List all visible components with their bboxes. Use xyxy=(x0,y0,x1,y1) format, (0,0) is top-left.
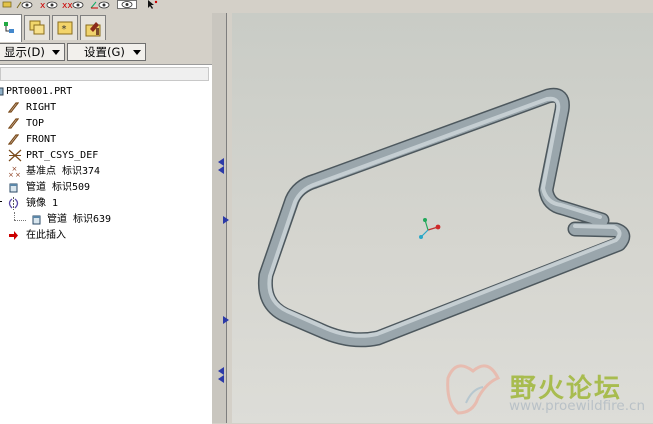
tab-connections[interactable] xyxy=(80,15,106,40)
pipe-feature-icon xyxy=(9,183,18,193)
favorites-icon: * xyxy=(57,21,73,35)
graphics-viewport[interactable]: 野火论坛 www.proewildfire.cn xyxy=(232,13,653,423)
tree-item-label: RIGHT xyxy=(26,102,57,113)
svg-text:*: * xyxy=(62,24,67,35)
datum-plane-icon xyxy=(8,118,19,129)
horizontal-scrollbar[interactable] xyxy=(0,67,209,81)
forum-logo-icon xyxy=(446,364,501,415)
point-display-icon[interactable]: xx xyxy=(62,0,84,9)
csys-display-icon[interactable] xyxy=(90,0,110,9)
tab-folder-browser[interactable] xyxy=(24,15,50,40)
tree-item-label: 基准点 标识374 xyxy=(26,166,101,177)
chevron-down-icon xyxy=(133,50,141,55)
spin-center-icon[interactable] xyxy=(117,0,137,9)
tree-connector xyxy=(14,212,16,220)
tree-connector xyxy=(14,220,26,222)
folder-browser-icon xyxy=(29,20,45,35)
tree-item-label: 管道 标识639 xyxy=(47,214,112,225)
tab-model-tree[interactable] xyxy=(0,14,22,42)
tree-item-label: 在此插入 xyxy=(26,230,66,241)
svg-text:×: × xyxy=(12,165,18,173)
part-icon xyxy=(0,87,4,96)
datum-point-icon: × ×× xyxy=(8,165,21,178)
insert-here-arrow-icon xyxy=(9,231,18,240)
expand-arrow-icon[interactable] xyxy=(223,316,229,324)
datum-display-icon[interactable] xyxy=(2,0,12,9)
settings-dropdown-label: 设置(G) xyxy=(84,45,125,59)
tab-favorites[interactable]: * xyxy=(52,15,78,40)
settings-dropdown[interactable]: 设置(G) xyxy=(67,43,146,61)
navigator-filter-bar: 显示(D) 设置(G) xyxy=(0,42,212,64)
svg-text:xx: xx xyxy=(62,1,73,9)
watermark-url: www.proewildfire.cn xyxy=(509,398,646,414)
pipe-feature-icon xyxy=(32,215,41,225)
tree-item-label: TOP xyxy=(26,118,45,129)
tree-collapse-icon[interactable] xyxy=(0,201,2,202)
coordinate-triad-icon xyxy=(419,218,441,239)
show-dropdown-label: 显示(D) xyxy=(4,45,45,59)
collapse-panel-icon[interactable] xyxy=(215,366,227,384)
show-dropdown[interactable]: 显示(D) xyxy=(0,43,65,61)
select-cursor-icon[interactable] xyxy=(145,0,159,9)
svg-text:x: x xyxy=(40,1,46,9)
model-tree-icon xyxy=(4,22,14,33)
collapse-navigator-icon[interactable] xyxy=(215,157,227,175)
mirror-icon xyxy=(8,197,19,210)
datum-plane-icon xyxy=(8,102,19,113)
tree-item-label: PRT0001.PRT xyxy=(6,86,73,97)
tree-item-label: 管道 标识509 xyxy=(26,182,91,193)
navigator-splitter[interactable] xyxy=(212,13,232,423)
expand-arrow-icon[interactable] xyxy=(223,216,229,224)
eye-icon[interactable] xyxy=(16,0,34,9)
datum-plane-icon xyxy=(8,134,19,145)
top-toolbar: x xx xyxy=(0,0,232,13)
tree-item-label: PRT_CSYS_DEF xyxy=(26,150,99,161)
navigator-tabs: * xyxy=(0,13,212,43)
tree-item-label: FRONT xyxy=(26,134,57,145)
axis-display-icon[interactable]: x xyxy=(40,0,58,9)
connections-icon xyxy=(85,22,101,37)
model-tree-panel: PRT0001.PRT RIGHT TOP FRONT PRT_CSYS_DEF… xyxy=(0,64,212,424)
tree-item-label: 镜像 1 xyxy=(26,198,59,209)
chevron-down-icon xyxy=(52,50,60,55)
coordinate-system-icon xyxy=(8,149,22,162)
